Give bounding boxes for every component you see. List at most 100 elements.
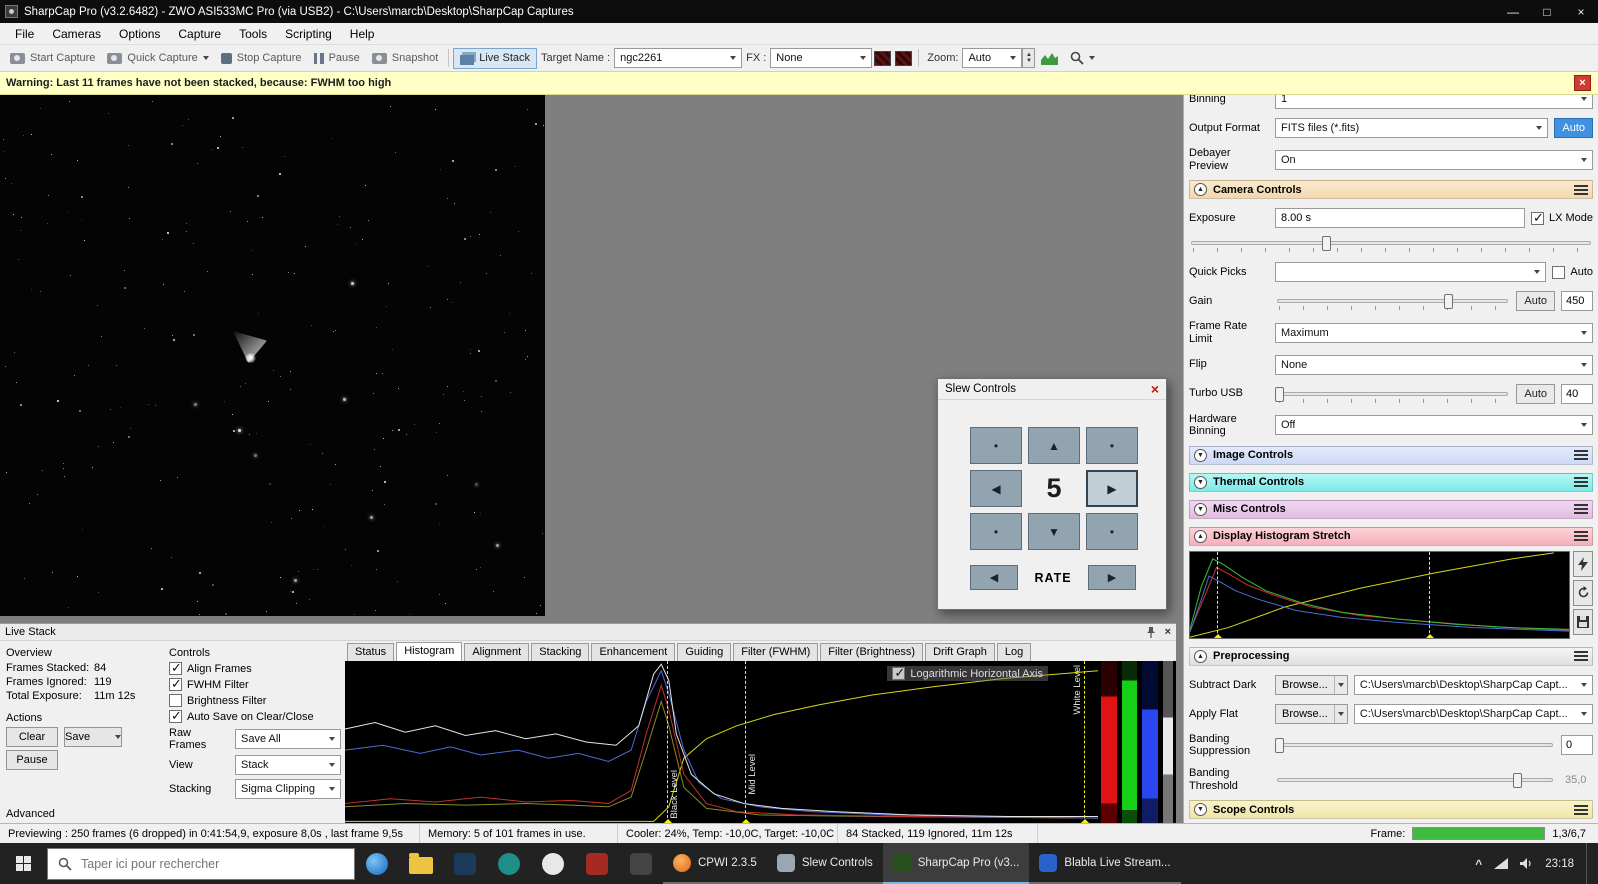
- tab-filter-brightness[interactable]: Filter (Brightness): [820, 643, 924, 661]
- taskbar-app-slew-controls[interactable]: Slew Controls: [766, 843, 883, 884]
- slider-thumb[interactable]: [1513, 772, 1522, 788]
- slew-ne-button[interactable]: •: [1086, 427, 1138, 464]
- banding-threshold-slider[interactable]: [1275, 770, 1555, 790]
- turbo-usb-auto-button[interactable]: Auto: [1516, 383, 1555, 404]
- tab-drift-graph[interactable]: Drift Graph: [925, 643, 995, 661]
- rate-increase-button[interactable]: ▶: [1087, 565, 1136, 590]
- pause-stack-button[interactable]: Pause: [6, 750, 58, 770]
- start-capture-button[interactable]: Start Capture: [4, 49, 101, 67]
- menu-cameras[interactable]: Cameras: [43, 24, 110, 44]
- auto-save-checkbox[interactable]: Auto Save on Clear/Close: [169, 708, 341, 724]
- taskbar-app-cpwi[interactable]: CPWI 2.3.5: [663, 843, 767, 884]
- slew-titlebar[interactable]: Slew Controls ×: [938, 379, 1166, 400]
- taskbar-folder-icon[interactable]: [399, 843, 443, 884]
- clear-button[interactable]: Clear: [6, 727, 58, 747]
- pause-button[interactable]: Pause: [308, 49, 366, 67]
- banding-suppression-input[interactable]: 0: [1561, 735, 1593, 756]
- slew-left-button[interactable]: ◀: [970, 470, 1022, 507]
- magnifier-button[interactable]: [1064, 48, 1101, 68]
- frame-rate-combo[interactable]: Maximum: [1275, 322, 1593, 343]
- taskbar-photo-app-icon[interactable]: [575, 843, 619, 884]
- tab-stacking[interactable]: Stacking: [531, 643, 590, 661]
- histogram-red-swatch-button2[interactable]: [895, 50, 913, 66]
- taskbar-app-circle-icon[interactable]: [487, 843, 531, 884]
- minimize-button[interactable]: —: [1496, 0, 1530, 23]
- tab-enhancement[interactable]: Enhancement: [591, 643, 676, 661]
- menu-burger-icon[interactable]: [1574, 804, 1588, 815]
- histogram-button[interactable]: [1035, 48, 1064, 68]
- view-combo[interactable]: Stack: [235, 755, 341, 775]
- menu-burger-icon[interactable]: [1574, 531, 1588, 542]
- menu-help[interactable]: Help: [341, 24, 384, 44]
- menu-tools[interactable]: Tools: [230, 24, 276, 44]
- debayer-combo[interactable]: On: [1275, 149, 1593, 170]
- binning-combo[interactable]: 1: [1275, 95, 1593, 109]
- subtract-dark-browse-button[interactable]: Browse...: [1275, 674, 1348, 695]
- tab-histogram[interactable]: Histogram: [396, 642, 463, 661]
- exposure-input[interactable]: 8.00 s: [1275, 208, 1525, 229]
- mid-level-line[interactable]: [741, 661, 750, 823]
- volume-icon[interactable]: [1520, 858, 1533, 869]
- taskbar-editor-icon[interactable]: [443, 843, 487, 884]
- pin-icon[interactable]: [1146, 626, 1156, 638]
- black-point-line[interactable]: [1213, 551, 1222, 638]
- tab-status[interactable]: Status: [347, 643, 395, 661]
- tray-expand-chevron-icon[interactable]: ^: [1475, 857, 1482, 871]
- tab-filter-fwhm[interactable]: Filter (FWHM): [733, 643, 819, 661]
- network-icon[interactable]: [1494, 858, 1509, 869]
- apply-flat-path-combo[interactable]: C:\Users\marcb\Desktop\SharpCap Capt...: [1353, 703, 1593, 724]
- slew-down-button[interactable]: ▼: [1028, 513, 1080, 550]
- align-frames-checkbox[interactable]: Align Frames: [169, 660, 341, 676]
- slew-se-button[interactable]: •: [1086, 513, 1138, 550]
- tab-alignment[interactable]: Alignment: [464, 643, 530, 661]
- stacking-combo[interactable]: Sigma Clipping: [235, 779, 341, 799]
- gain-slider[interactable]: [1275, 291, 1510, 311]
- snapshot-button[interactable]: Snapshot: [366, 49, 444, 67]
- quick-picks-combo[interactable]: [1275, 262, 1547, 283]
- notification-center-button[interactable]: [1586, 843, 1594, 884]
- image-controls-header[interactable]: ▼ Image Controls: [1189, 445, 1593, 465]
- stop-capture-button[interactable]: Stop Capture: [215, 49, 308, 67]
- display-histogram-stretch-header[interactable]: ▲ Display Histogram Stretch: [1189, 526, 1593, 546]
- brightness-filter-checkbox[interactable]: Brightness Filter: [169, 694, 341, 707]
- menu-burger-icon[interactable]: [1574, 651, 1588, 662]
- menu-burger-icon[interactable]: [1574, 184, 1588, 195]
- taskbar-app-blabla-stream[interactable]: Blabla Live Stream...: [1029, 843, 1181, 884]
- zoom-combo[interactable]: Auto: [962, 48, 1023, 68]
- slider-thumb[interactable]: [1322, 236, 1332, 252]
- mid-point-line[interactable]: [1425, 551, 1434, 638]
- warning-close-button[interactable]: ×: [1574, 75, 1591, 91]
- histogram-red-swatch-button[interactable]: [874, 50, 892, 66]
- fwhm-filter-checkbox[interactable]: FWHM Filter: [169, 676, 341, 692]
- live-stack-button[interactable]: Live Stack: [453, 47, 537, 69]
- target-name-combo[interactable]: ngc2261: [614, 48, 743, 68]
- advanced-link[interactable]: Advanced: [6, 808, 55, 820]
- fx-combo[interactable]: None: [770, 48, 873, 68]
- slew-right-button[interactable]: ▶: [1086, 470, 1138, 507]
- exposure-slider[interactable]: [1189, 233, 1593, 253]
- taskbar-browser-icon[interactable]: [355, 843, 399, 884]
- turbo-usb-value-input[interactable]: 40: [1561, 383, 1593, 404]
- menu-options[interactable]: Options: [110, 24, 169, 44]
- quick-picks-auto-checkbox[interactable]: Auto: [1552, 265, 1593, 279]
- log-axis-checkbox[interactable]: Logarithmic Horizontal Axis: [887, 665, 1048, 681]
- tab-log[interactable]: Log: [996, 643, 1032, 661]
- banding-suppression-slider[interactable]: [1275, 735, 1555, 755]
- preprocessing-header[interactable]: ▲ Preprocessing: [1189, 646, 1593, 666]
- search-input[interactable]: [81, 856, 311, 871]
- taskbar-clock[interactable]: 23:18: [1545, 858, 1574, 870]
- rate-decrease-button[interactable]: ◀: [970, 565, 1018, 590]
- menu-capture[interactable]: Capture: [169, 24, 230, 44]
- lx-mode-checkbox[interactable]: LX Mode: [1530, 210, 1593, 226]
- taskbar-cloud-icon[interactable]: [531, 843, 575, 884]
- menu-scripting[interactable]: Scripting: [276, 24, 341, 44]
- taskbar-search[interactable]: [47, 847, 355, 880]
- slew-up-button[interactable]: ▲: [1028, 427, 1080, 464]
- gain-auto-button[interactable]: Auto: [1516, 291, 1555, 312]
- hardware-binning-combo[interactable]: Off: [1275, 415, 1593, 436]
- slider-thumb[interactable]: [1275, 738, 1284, 754]
- maximize-button[interactable]: □: [1530, 0, 1564, 23]
- scope-controls-header[interactable]: ▼ Scope Controls: [1189, 800, 1593, 820]
- quick-capture-button[interactable]: Quick Capture: [101, 49, 214, 67]
- thermal-controls-header[interactable]: ▼ Thermal Controls: [1189, 472, 1593, 492]
